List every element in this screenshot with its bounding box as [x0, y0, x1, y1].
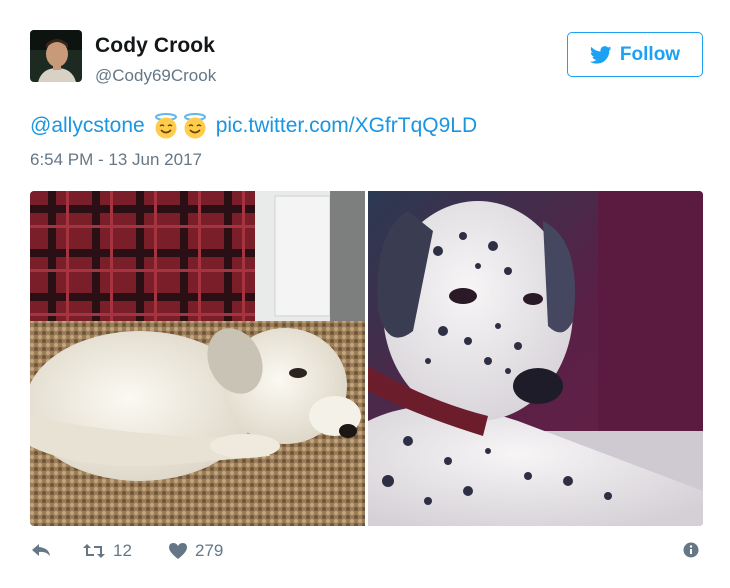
like-count: 279 — [195, 541, 224, 560]
heart-icon — [168, 542, 188, 560]
timestamp[interactable]: 6:54 PM - 13 Jun 2017 — [30, 150, 202, 170]
white-puppy-photo[interactable] — [30, 191, 365, 526]
mention-link[interactable]: @allycstone — [30, 112, 145, 140]
tweet-card: Cody Crook @Cody69Crook Follow @allycsto… — [0, 0, 730, 588]
retweet-button[interactable]: 12 — [82, 541, 132, 561]
dalmatian-photo[interactable] — [368, 191, 703, 526]
smiling-face-with-halo-icon — [153, 113, 179, 139]
smiling-face-with-halo-icon — [182, 113, 208, 139]
retweet-count: 12 — [113, 541, 132, 560]
user-handle[interactable]: @Cody69Crook — [95, 66, 216, 86]
twitter-bird-icon — [589, 45, 612, 64]
pic-link[interactable]: pic.twitter.com/XGfrTqQ9LD — [216, 112, 477, 140]
info-button[interactable] — [682, 541, 700, 559]
like-button[interactable]: 279 — [168, 541, 223, 561]
tweet-text: @allycstone pic.twitter.com/XGfrTqQ9LD — [30, 112, 477, 140]
reply-button[interactable] — [30, 541, 52, 559]
display-name[interactable]: Cody Crook — [95, 34, 215, 58]
tweet-actions: 12 279 — [30, 541, 703, 565]
reply-icon — [30, 541, 52, 559]
follow-button[interactable]: Follow — [567, 32, 703, 77]
media-grid — [30, 191, 703, 526]
avatar[interactable] — [30, 30, 82, 82]
info-icon — [682, 541, 700, 559]
follow-button-label: Follow — [619, 43, 681, 65]
retweet-icon — [82, 542, 106, 560]
